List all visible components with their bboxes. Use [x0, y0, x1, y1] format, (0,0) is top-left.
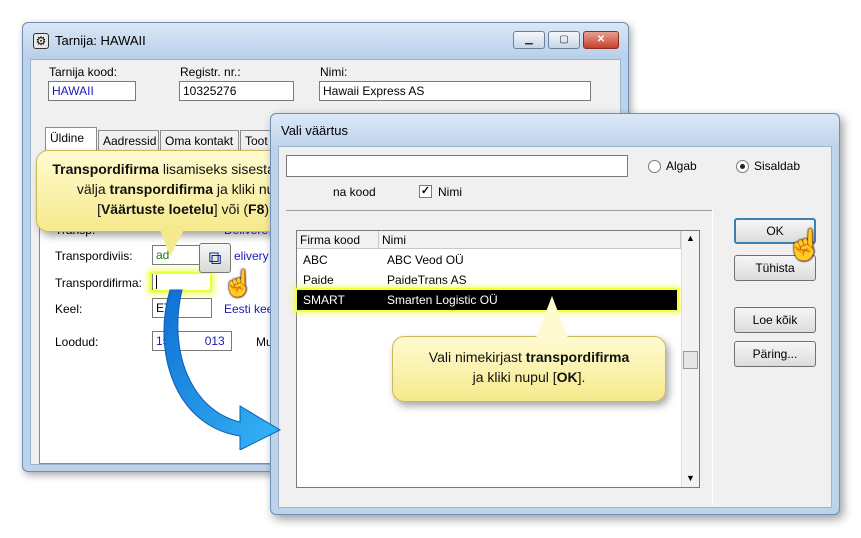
check-name[interactable]: ✓	[419, 185, 432, 198]
row-name: Smarten Logistic OÜ	[387, 293, 498, 307]
scroll-thumb[interactable]	[683, 351, 698, 369]
table-row-selected[interactable]: SMART Smarten Logistic OÜ	[295, 288, 679, 312]
search-input[interactable]	[286, 155, 628, 177]
minimize-button[interactable]: ▁	[513, 31, 545, 49]
tab-products[interactable]: Toot	[240, 130, 272, 152]
select-window-titlebar[interactable]	[271, 114, 839, 146]
callout-left-bold-2: transpordifirma	[109, 181, 213, 197]
group-divider	[286, 210, 712, 211]
row-name: ABC Veod OÜ	[387, 253, 464, 267]
row-code: ABC	[303, 253, 328, 267]
callout-right-pointer	[536, 296, 568, 338]
app-icon: ⚙	[33, 33, 49, 49]
scroll-up-icon[interactable]: ▲	[686, 233, 695, 243]
name-label: Nimi:	[320, 65, 348, 79]
radio-contains[interactable]	[736, 160, 749, 173]
instruction-callout-right: Vali nimekirjast transpordifirma ja klik…	[392, 336, 666, 402]
tab-own-contact[interactable]: Oma kontakt	[160, 130, 239, 152]
callout-left-bold-4: F8	[248, 201, 265, 217]
select-window-title: Vali väärtus	[281, 123, 348, 138]
supplier-window-title: Tarnija: HAWAII	[55, 33, 146, 48]
read-all-button[interactable]: Loe kõik	[734, 307, 816, 333]
table-row[interactable]: Paide PaideTrans AS	[297, 270, 681, 290]
query-button[interactable]: Päring...	[734, 341, 816, 367]
tab-addresses[interactable]: Aadressid	[98, 130, 159, 152]
callout-right-bold-1: transpordifirma	[525, 349, 630, 365]
radio-contains-label: Sisaldab	[754, 159, 801, 173]
callout-right-bold-2: OK	[556, 369, 578, 385]
grid-scrollbar[interactable]: ▲ ▼	[681, 231, 699, 487]
name-field[interactable]: Hawaii Express AS	[319, 81, 591, 101]
close-button[interactable]: ✕	[583, 31, 619, 49]
flow-arrow-shape	[163, 289, 282, 450]
column-header-name[interactable]: Nimi	[379, 231, 681, 249]
callout-left-text-3: ] või (	[213, 201, 249, 217]
transportviis-label: Transpordiviis:	[55, 249, 133, 263]
column-header-code[interactable]: Firma kood	[297, 231, 379, 249]
button-separator	[712, 210, 713, 505]
row-name: PaideTrans AS	[387, 273, 467, 287]
maximize-button[interactable]: ▢	[548, 31, 580, 49]
callout-right-text-3: ].	[577, 369, 586, 385]
callout-left-pointer	[160, 230, 184, 256]
supplier-code-field[interactable]: HAWAII	[48, 81, 136, 101]
callout-left-bold-1: Transpordifirma	[52, 161, 159, 177]
check-name-label: Nimi	[438, 185, 462, 199]
flow-arrow	[163, 289, 282, 450]
callout-left-bold-3: Väärtuste loetelu	[100, 201, 214, 217]
regnr-field[interactable]: 10325276	[179, 81, 294, 101]
value-list-icon: ⧉	[208, 248, 222, 268]
radio-starts-with-label: Algab	[666, 159, 697, 173]
radio-starts-with[interactable]	[648, 160, 661, 173]
callout-right-text-1: Vali nimekirjast	[428, 349, 526, 365]
callout-right-text-2: ja kliki nupul [	[472, 369, 557, 385]
row-code: SMART	[303, 293, 345, 307]
text-cursor	[156, 275, 157, 289]
hand-pointer-icon: ☝	[786, 229, 824, 262]
transpfirma-label: Transpordifirma:	[55, 276, 142, 290]
keel-label: Keel:	[55, 302, 83, 316]
regnr-label: Registr. nr.:	[180, 65, 241, 79]
scroll-down-icon[interactable]: ▼	[686, 473, 695, 483]
table-row[interactable]: ABC ABC Veod OÜ	[297, 250, 681, 270]
supplier-code-label: Tarnija kood:	[49, 65, 118, 79]
loodud-label: Loodud:	[55, 335, 99, 349]
transportviis-desc: elivery	[234, 249, 269, 263]
check-code-label: na kood	[333, 185, 376, 199]
row-code: Paide	[303, 273, 334, 287]
